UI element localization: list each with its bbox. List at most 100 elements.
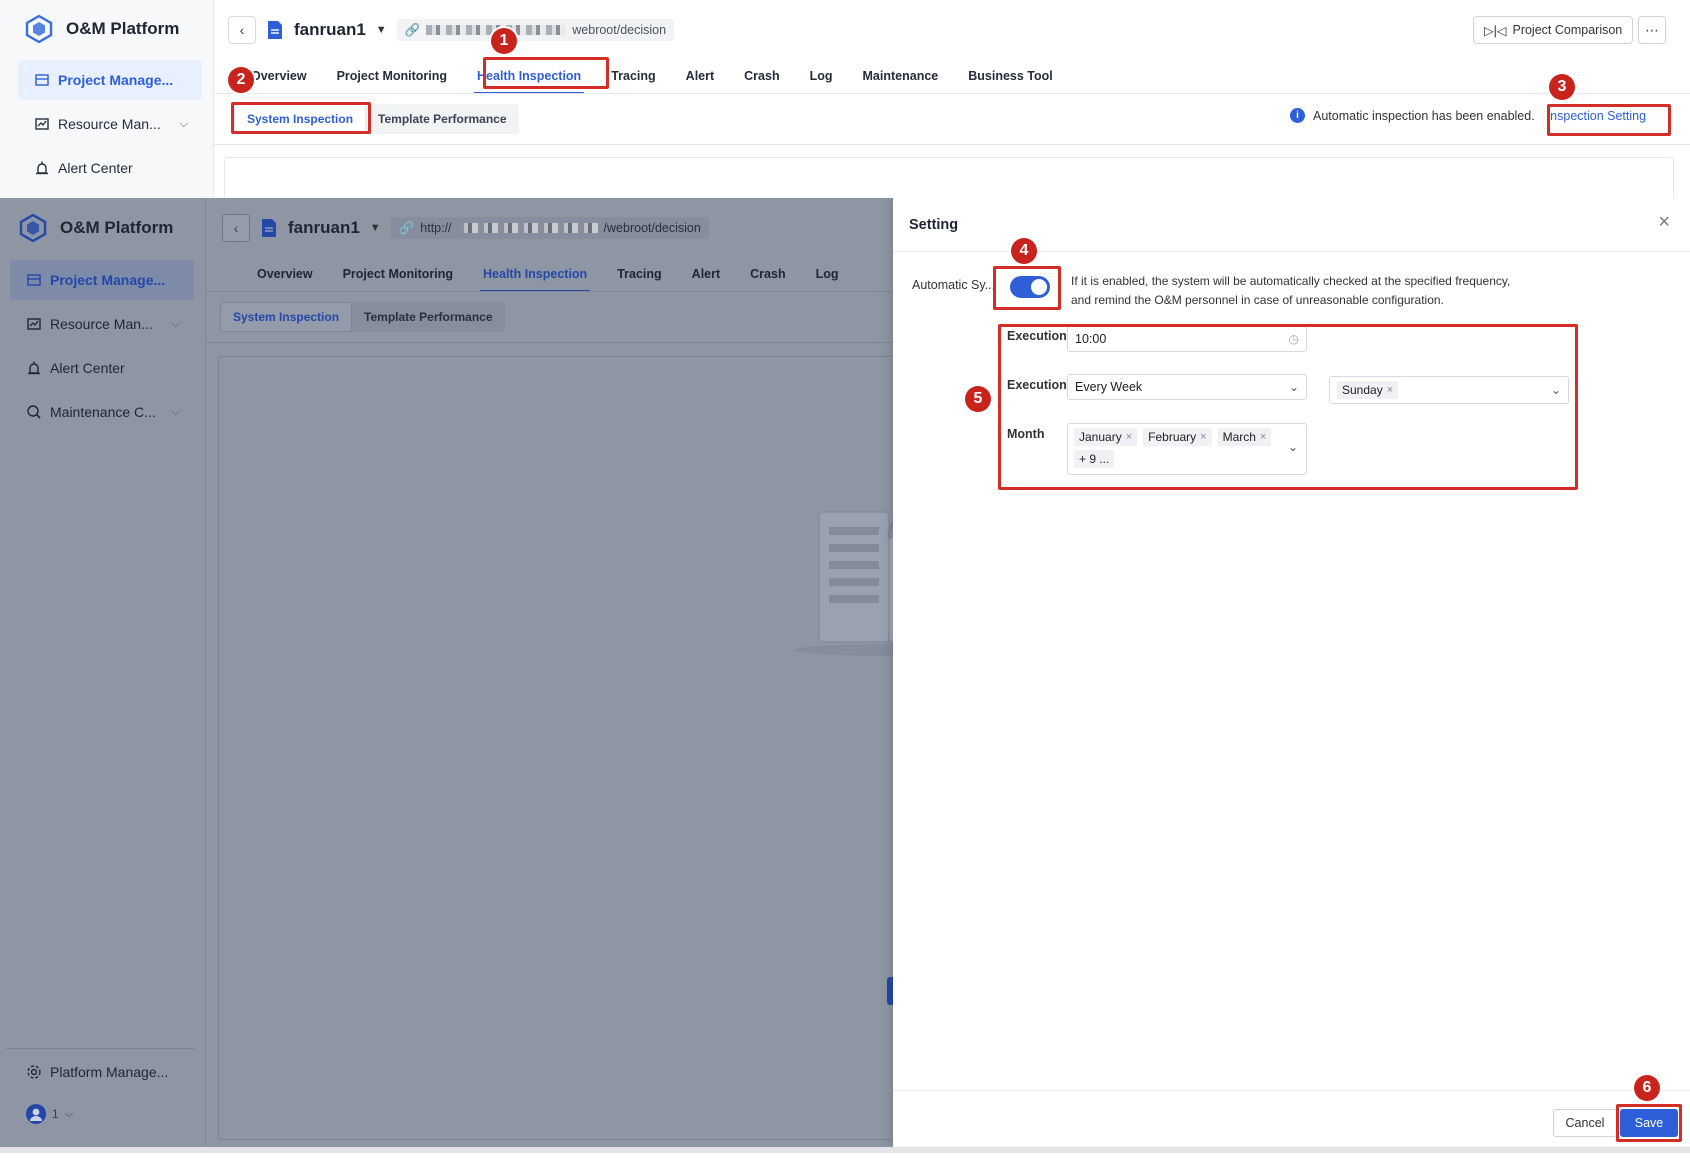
annotation-marker-4: 4 [1011, 238, 1037, 264]
back-button[interactable]: ‹ [228, 16, 256, 44]
tab-overview[interactable]: Overview [242, 256, 328, 292]
document-icon [268, 21, 282, 39]
divider [214, 144, 1690, 145]
close-icon[interactable]: × [1658, 212, 1670, 232]
gear-icon [27, 1065, 41, 1079]
tab-tracing[interactable]: Tracing [596, 58, 670, 94]
inspection-setting-link[interactable]: Inspection Setting [1547, 109, 1646, 123]
chevron-down-icon: ⌄ [1288, 380, 1299, 394]
tab-crash[interactable]: Crash [735, 256, 800, 292]
project-name[interactable]: fanruan1 [288, 218, 360, 238]
project-icon [27, 274, 41, 286]
platform-logo-icon [19, 213, 47, 243]
tab-tracing[interactable]: Tracing [602, 256, 676, 292]
tab-maintenance[interactable]: Maintenance [848, 58, 954, 94]
annotation-marker-2: 2 [228, 67, 254, 93]
weekday-select[interactable]: Sunday × ⌄ [1329, 376, 1569, 404]
back-button[interactable]: ‹ [222, 214, 250, 242]
sidebar-item-alert-center[interactable]: Alert Center [10, 348, 194, 388]
url-prefix: http:// [420, 221, 452, 235]
avatar [26, 1104, 46, 1124]
sidebar-item-project-manage[interactable]: Project Manage... [10, 260, 194, 300]
close-icon[interactable]: × [1387, 384, 1393, 396]
cancel-button[interactable]: Cancel [1553, 1109, 1617, 1137]
info-icon: i [1290, 108, 1305, 123]
subtab-template-performance[interactable]: Template Performance [352, 302, 505, 332]
subtab-bar: System Inspection Template Performance [220, 302, 505, 332]
tab-project-monitoring[interactable]: Project Monitoring [322, 58, 462, 94]
chevron-down-icon: ⌵ [64, 1107, 74, 1120]
tab-alert[interactable]: Alert [677, 256, 735, 292]
close-icon[interactable]: × [1200, 431, 1206, 443]
caret-down-icon[interactable]: ▼ [376, 24, 387, 36]
redacted-url [457, 223, 598, 233]
execution-frequency-select[interactable]: Every Week ⌄ [1067, 374, 1307, 400]
alert-icon [28, 361, 40, 375]
top-snapshot: O&M Platform Project Manage... Resource … [0, 0, 1690, 198]
sidebar-item-label: Maintenance C... [50, 404, 156, 420]
tab-log[interactable]: Log [801, 256, 854, 292]
execution-frequency-label: Execution [1007, 378, 1067, 392]
tab-health-inspection[interactable]: Health Inspection [462, 58, 596, 94]
more-icon: ⋯ [1645, 21, 1659, 38]
month-select[interactable]: January × February × March × + 9 ... ⌄ [1067, 423, 1307, 475]
subtab-system-inspection[interactable]: System Inspection [220, 302, 353, 332]
tab-project-monitoring[interactable]: Project Monitoring [328, 256, 468, 292]
tab-business-tool[interactable]: Business Tool [953, 58, 1068, 94]
drawer-title: Setting [909, 216, 959, 233]
link-icon: 🔗 [398, 220, 415, 235]
sidebar-item-label: Resource Man... [58, 116, 161, 132]
chevron-down-icon: ⌵ [171, 405, 180, 418]
project-name[interactable]: fanruan1 [294, 20, 366, 40]
caret-down-icon[interactable]: ▼ [370, 222, 381, 234]
alert-icon [36, 161, 48, 175]
sidebar-item-resource-manage[interactable]: Resource Man... ⌵ [10, 304, 194, 344]
auto-inspection-hint: If it is enabled, the system will be aut… [1071, 274, 1511, 307]
annotation-marker-3: 3 [1549, 74, 1575, 100]
execution-time-input[interactable]: 10:00 ◷ [1067, 326, 1307, 352]
close-icon[interactable]: × [1260, 431, 1266, 443]
link-icon: 🔗 [404, 22, 421, 37]
tab-health-inspection[interactable]: Health Inspection [468, 256, 602, 292]
execution-frequency-value: Every Week [1075, 380, 1143, 394]
bottom-snapshot: O&M Platform Project Manage... Resource … [0, 198, 1690, 1153]
sidebar-item-platform-manage[interactable]: Platform Manage... [10, 1052, 194, 1092]
subtab-system-inspection[interactable]: System Inspection [234, 104, 367, 134]
logo: O&M Platform [24, 14, 179, 44]
sidebar-item-label: Alert Center [58, 160, 133, 176]
tab-alert[interactable]: Alert [671, 58, 729, 94]
project-header: ‹ fanruan1 ▼ 🔗 http:// /webroot/decision [222, 212, 709, 244]
resource-icon [27, 318, 41, 330]
save-button[interactable]: Save [1620, 1109, 1678, 1137]
sidebar-item-project-manage[interactable]: Project Manage... [18, 60, 202, 100]
sidebar-item-maintenance-center[interactable]: Maintenance C... ⌵ [10, 392, 194, 432]
user-menu[interactable]: 1 ⌵ [10, 1094, 194, 1134]
project-header: ‹ fanruan1 ▼ 🔗 webroot/decision [228, 14, 675, 46]
chevron-down-icon: ⌵ [179, 117, 188, 130]
more-button[interactable]: ⋯ [1638, 16, 1666, 44]
chevron-left-icon: ‹ [239, 22, 245, 38]
project-comparison-button[interactable]: ▷|◁ Project Comparison [1473, 16, 1634, 44]
project-url: 🔗 webroot/decision [396, 19, 675, 41]
sidebar: O&M Platform Project Manage... Resource … [0, 0, 214, 198]
chevron-down-icon: ⌄ [1287, 440, 1298, 454]
project-icon [35, 74, 49, 86]
annotation-marker-5: 5 [965, 386, 991, 412]
sidebar-item-alert-center[interactable]: Alert Center [18, 148, 202, 188]
project-url: 🔗 http:// /webroot/decision [390, 217, 709, 239]
sidebar-item-resource-manage[interactable]: Resource Man... ⌵ [18, 104, 202, 144]
setting-drawer: Setting × Automatic Sy... If it is enabl… [893, 198, 1690, 1148]
subtab-template-performance[interactable]: Template Performance [366, 104, 519, 134]
weekday-chip: Sunday × [1337, 381, 1399, 399]
tab-bar: Overview Project Monitoring Health Inspe… [242, 256, 854, 292]
tab-crash[interactable]: Crash [729, 58, 794, 94]
execution-time-value: 10:00 [1075, 332, 1107, 346]
month-label: Month [1007, 427, 1045, 441]
sidebar-item-label: Project Manage... [50, 272, 166, 288]
tab-log[interactable]: Log [795, 58, 848, 94]
sidebar-item-label: Resource Man... [50, 316, 153, 332]
auto-inspection-toggle[interactable] [1010, 276, 1050, 298]
user-label: 1 [52, 1107, 59, 1121]
inspection-status: i Automatic inspection has been enabled.… [1290, 108, 1646, 123]
close-icon[interactable]: × [1126, 431, 1132, 443]
